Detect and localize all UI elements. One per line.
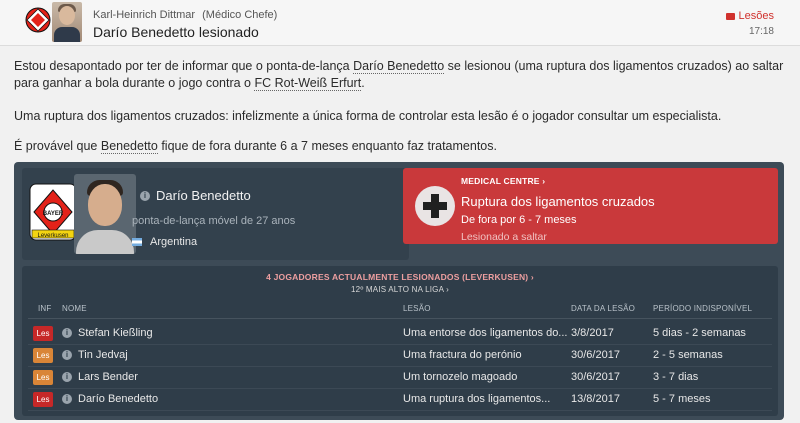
message-header: Karl-Heinrich Dittmar (Médico Chefe) Dar…: [0, 0, 800, 46]
medical-centre-link[interactable]: MEDICAL CENTRE ›: [461, 176, 545, 186]
club-badge-icon: BAYER Leverkusen: [29, 183, 77, 241]
club-badge-text: Leverkusen: [37, 233, 68, 239]
period-cell: 5 - 7 meses: [653, 393, 711, 405]
player-name-row[interactable]: i Darío Benedetto: [140, 188, 251, 203]
league-rank-link[interactable]: 12º MAIS ALTO NA LIGA ›: [22, 285, 778, 294]
player-name-cell[interactable]: i Stefan Kießling: [62, 327, 153, 339]
table-row[interactable]: Les i Tin Jedvaj Uma fractura do perónio …: [28, 345, 772, 367]
injury-status-badge: Les: [33, 392, 53, 407]
player-photo: [74, 174, 136, 254]
injury-cell: Uma entorse dos ligamentos do...: [403, 327, 568, 339]
message-paragraph-2: Uma ruptura dos ligamentos cruzados: inf…: [14, 109, 722, 123]
player-name: Darío Benedetto: [156, 188, 251, 203]
table-row[interactable]: Les i Darío Benedetto Uma ruptura dos lig…: [28, 389, 772, 411]
injury-status-badge: Les: [33, 370, 53, 385]
text-segment: .: [361, 76, 365, 90]
period-cell: 2 - 5 semanas: [653, 349, 723, 361]
player-name-cell[interactable]: i Tin Jedvaj: [62, 349, 128, 361]
message-paragraph-3: É provável que Benedetto fique de fora d…: [14, 138, 784, 155]
injury-status-badge: Les: [33, 348, 53, 363]
medical-cross-icon: [415, 186, 455, 226]
text-segment: Estou desapontado por ter de informar qu…: [14, 59, 354, 73]
text-segment: É provável que: [14, 139, 101, 153]
message-subject: Darío Benedetto lesionado: [93, 24, 259, 40]
period-cell: 5 dias - 2 semanas: [653, 327, 746, 339]
text-segment: fique de fora durante 6 a 7 meses enquan…: [157, 139, 497, 153]
injury-duration: De fora por 6 - 7 meses: [461, 214, 577, 226]
column-header-period[interactable]: PERÍODO INDISPONÍVEL: [653, 304, 752, 313]
player-name: Stefan Kießling: [78, 327, 153, 339]
injury-cell: Um tornozelo magoado: [403, 371, 518, 383]
info-icon: i: [62, 328, 72, 338]
period-cell: 3 - 7 dias: [653, 371, 699, 383]
player-position: ponta-de-lança móvel de 27 anos: [132, 215, 296, 227]
table-row[interactable]: Les i Lars Bender Um tornozelo magoado 30…: [28, 367, 772, 389]
svg-text:BAYER: BAYER: [43, 211, 64, 217]
player-card: BAYER Leverkusen i Darío Benedetto ponta…: [22, 168, 409, 260]
info-icon: i: [62, 350, 72, 360]
header-divider: [28, 318, 772, 319]
player-name-cell[interactable]: i Lars Bender: [62, 371, 138, 383]
injury-cell: Uma fractura do perónio: [403, 349, 522, 361]
player-link[interactable]: Darío Benedetto: [353, 59, 445, 74]
injury-cell: Uma ruptura dos ligamentos...: [403, 393, 551, 405]
date-cell: 30/6/2017: [571, 371, 620, 383]
message-paragraph-1: Estou desapontado por ter de informar qu…: [14, 58, 784, 92]
message-time: 17:18: [748, 26, 774, 37]
tag-injuries[interactable]: Lesões: [725, 10, 774, 22]
injured-count-link[interactable]: 4 JOGADORES ACTUALMENTE LESIONADOS (LEVE…: [22, 272, 778, 282]
player-name: Darío Benedetto: [78, 393, 159, 405]
injury-status-badge: Les: [33, 326, 53, 341]
player-name: Tin Jedvaj: [78, 349, 128, 361]
leverkusen-logo-icon: [25, 7, 51, 33]
injury-panel: BAYER Leverkusen i Darío Benedetto ponta…: [14, 162, 784, 420]
argentina-flag-icon: [132, 238, 142, 246]
column-header-date[interactable]: DATA DA LESÃO: [571, 304, 635, 313]
info-icon: i: [62, 394, 72, 404]
injury-card: MEDICAL CENTRE › Ruptura dos ligamentos …: [403, 168, 778, 244]
injured-players-table: 4 JOGADORES ACTUALMENTE LESIONADOS (LEVE…: [22, 266, 778, 416]
info-icon: i: [140, 190, 150, 201]
column-header-name[interactable]: NOME: [62, 304, 87, 313]
date-cell: 13/8/2017: [571, 393, 620, 405]
player-name-cell[interactable]: i Darío Benedetto: [62, 393, 158, 405]
table-row[interactable]: Les i Stefan Kießling Uma entorse dos lig…: [28, 323, 772, 345]
sender-avatar: [52, 2, 82, 42]
sender-name: Karl-Heinrich Dittmar: [93, 9, 196, 21]
sender-role: (Médico Chefe): [202, 9, 278, 21]
nationality-label: Argentina: [150, 236, 198, 248]
tag-label: Lesões: [738, 10, 774, 22]
date-cell: 3/8/2017: [571, 327, 614, 339]
injury-title: Ruptura dos ligamentos cruzados: [461, 194, 655, 209]
date-cell: 30/6/2017: [571, 349, 620, 361]
info-icon: i: [62, 372, 72, 382]
club-link[interactable]: FC Rot-Weiß Erfurt: [254, 76, 362, 91]
player-link[interactable]: Benedetto: [100, 139, 158, 154]
injury-tag-icon: [725, 12, 735, 20]
injury-cause: Lesionado a saltar: [461, 231, 547, 243]
player-name: Lars Bender: [78, 371, 138, 383]
column-header-inf[interactable]: INF: [38, 304, 52, 313]
sender: Karl-Heinrich Dittmar (Médico Chefe): [93, 9, 277, 21]
player-nationality: Argentina: [132, 236, 197, 248]
column-header-injury[interactable]: LESÃO: [403, 304, 431, 313]
